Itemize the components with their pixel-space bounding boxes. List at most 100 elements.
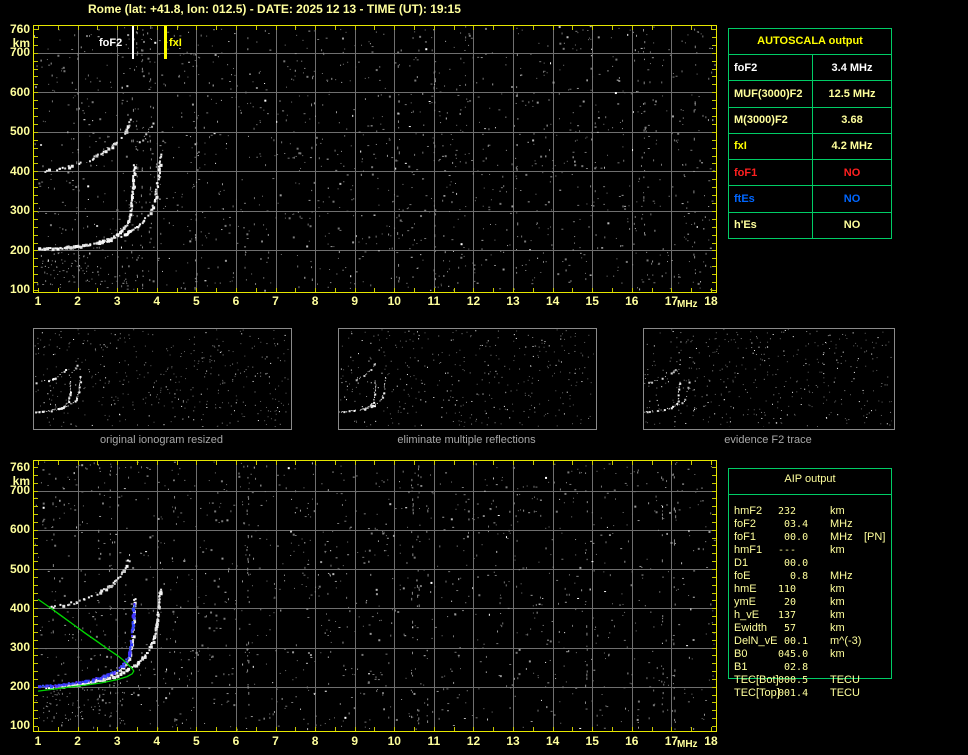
y-tick-label: 200 bbox=[9, 242, 30, 257]
x-tick-label: 10 bbox=[387, 294, 401, 308]
page-title: Rome (lat: +41.8, lon: 012.5) - DATE: 20… bbox=[88, 2, 461, 16]
autoscala-row-hes: h'Es NO bbox=[729, 211, 891, 238]
aip-row-label: DelN_vE bbox=[734, 635, 778, 647]
autoscala-row-fof2: foF2 3.4 MHz bbox=[729, 54, 891, 81]
aip-row-unit: TECU bbox=[830, 687, 860, 699]
x-tick-label: 5 bbox=[193, 734, 200, 748]
aip-row-unit: km bbox=[830, 648, 845, 660]
y-tick-label: 400 bbox=[9, 600, 30, 615]
aip-row-tecbot: TEC[Bot] 000.5 TECU bbox=[728, 674, 898, 687]
autoscala-app-window: Rome (lat: +41.8, lon: 012.5) - DATE: 20… bbox=[0, 0, 968, 755]
thumbnail-eliminate-canvas bbox=[339, 329, 594, 427]
x-tick-label: 1 bbox=[34, 734, 42, 748]
aip-row-label: foF1 bbox=[734, 531, 757, 543]
aip-row-unit: km bbox=[830, 622, 845, 634]
autoscala-row-muf3000f2: MUF(3000)F2 12.5 MHz bbox=[729, 80, 891, 107]
x-tick-label: 15 bbox=[585, 734, 599, 748]
x-tick-label: 17 bbox=[664, 294, 679, 308]
thumbnail-evidence-f2 bbox=[643, 328, 895, 430]
x-tick-label: 14 bbox=[545, 734, 560, 748]
aip-row-value: 02.8 bbox=[778, 662, 809, 673]
y-tick-label: 700 bbox=[9, 483, 30, 498]
x-tick-label: 16 bbox=[625, 294, 639, 308]
aip-row-value: --- bbox=[778, 545, 797, 556]
aip-row-unit: km bbox=[830, 583, 845, 595]
aip-row-label: hmF1 bbox=[734, 544, 763, 556]
y-tick-label: 200 bbox=[9, 679, 30, 694]
aip-header-divider bbox=[728, 494, 892, 495]
aip-row-label: B1 bbox=[734, 661, 748, 673]
autoscala-row-label: h'Es bbox=[729, 212, 813, 238]
aip-row-tectop: TEC[Top] 001.4 TECU bbox=[728, 687, 898, 700]
x-tick-label: 3 bbox=[113, 294, 121, 308]
autoscala-table-header: AUTOSCALA output bbox=[757, 35, 863, 47]
aip-row-extra: [PN] bbox=[864, 531, 886, 543]
thumbnail-eliminate-reflections bbox=[338, 328, 597, 430]
autoscala-row-value: 3.4 MHz bbox=[831, 61, 873, 74]
aip-row-foe: foE 0.8 MHz bbox=[728, 570, 898, 583]
x-tick-label: 13 bbox=[506, 734, 520, 748]
aip-row-unit: TECU bbox=[830, 674, 860, 686]
aip-row-fof1: foF1 00.0 MHz [PN] bbox=[728, 531, 898, 544]
y-tick-label: 760 bbox=[9, 21, 30, 36]
thumbnail-original-canvas bbox=[34, 329, 289, 427]
x-tick-label: 2 bbox=[74, 294, 81, 308]
x-tick-label: 6 bbox=[232, 734, 240, 748]
aip-row-value: 00.1 bbox=[778, 636, 809, 647]
aip-row-unit: MHz bbox=[830, 531, 853, 543]
autoscala-row-ftes: ftEs NO bbox=[729, 185, 891, 212]
bottom-ionogram-canvas bbox=[33, 460, 717, 732]
autoscala-row-label: foF2 bbox=[729, 55, 813, 81]
aip-row-value: 00.0 bbox=[778, 558, 809, 569]
aip-table-header: AIP output bbox=[784, 473, 836, 485]
aip-row-hmf1: hmF1 --- km bbox=[728, 544, 898, 557]
x-tick-label: 7 bbox=[272, 294, 279, 308]
x-tick-label: 16 bbox=[625, 734, 639, 748]
aip-row-value: 232 bbox=[778, 506, 797, 517]
autoscala-row-label: foF1 bbox=[729, 160, 813, 186]
x-tick-label: 2 bbox=[74, 734, 81, 748]
x-tick-label: 8 bbox=[311, 734, 319, 748]
aip-row-label: B0 bbox=[734, 648, 748, 660]
aip-row-unit: m^(-3) bbox=[830, 635, 862, 647]
aip-row-label: hmF2 bbox=[734, 505, 763, 517]
aip-row-delnve: DelN_vE 00.1 m^(-3) bbox=[728, 635, 898, 648]
aip-row-value: 001.4 bbox=[778, 688, 809, 699]
aip-row-value: 57 bbox=[778, 623, 797, 634]
autoscala-row-label: ftEs bbox=[729, 186, 813, 212]
thumbnail-evidence-canvas bbox=[644, 329, 892, 427]
x-tick-label: 7 bbox=[272, 734, 279, 748]
aip-row-label: D1 bbox=[734, 557, 749, 569]
fxi-marker-label: fxI bbox=[169, 37, 182, 49]
x-tick-label: 9 bbox=[351, 294, 359, 308]
y-tick-label: 300 bbox=[9, 203, 30, 218]
aip-row-unit: MHz bbox=[830, 518, 853, 530]
y-tick-label: 100 bbox=[9, 718, 30, 733]
aip-row-value: 110 bbox=[778, 584, 797, 595]
y-tick-label: 500 bbox=[9, 124, 30, 139]
fof2-marker-label: foF2 bbox=[99, 37, 123, 49]
aip-row-unit: MHz bbox=[830, 570, 853, 582]
autoscala-row-value: NO bbox=[843, 193, 861, 206]
aip-row-value: 137 bbox=[778, 610, 797, 621]
thumbnail-original-ionogram bbox=[33, 328, 292, 430]
aip-row-label: TEC[Top] bbox=[734, 687, 780, 699]
autoscala-row-m3000f2: M(3000)F2 3.68 bbox=[729, 106, 891, 133]
x-tick-label: 17 bbox=[664, 734, 679, 748]
x-tick-label: 10 bbox=[387, 734, 401, 748]
y-tick-label: 300 bbox=[9, 640, 30, 654]
thumbnail-caption-eliminate: eliminate multiple reflections bbox=[397, 434, 536, 446]
aip-row-value: 0.8 bbox=[778, 571, 809, 582]
x-tick-label: 15 bbox=[585, 294, 599, 308]
aip-row-yme: ymE 20 km bbox=[728, 596, 898, 609]
x-tick-label: 4 bbox=[153, 734, 161, 748]
autoscala-row-label: fxI bbox=[729, 133, 813, 160]
aip-row-hme: hmE 110 km bbox=[728, 583, 898, 596]
autoscala-row-value: 4.2 MHz bbox=[831, 140, 873, 153]
autoscala-row-value: 3.68 bbox=[841, 114, 863, 127]
autoscala-row-label: MUF(3000)F2 bbox=[729, 81, 813, 107]
aip-row-unit: km bbox=[830, 544, 845, 556]
autoscala-row-value: 12.5 MHz bbox=[828, 87, 876, 100]
x-tick-label: 6 bbox=[232, 294, 240, 308]
aip-row-label: Ewidth bbox=[734, 622, 768, 634]
